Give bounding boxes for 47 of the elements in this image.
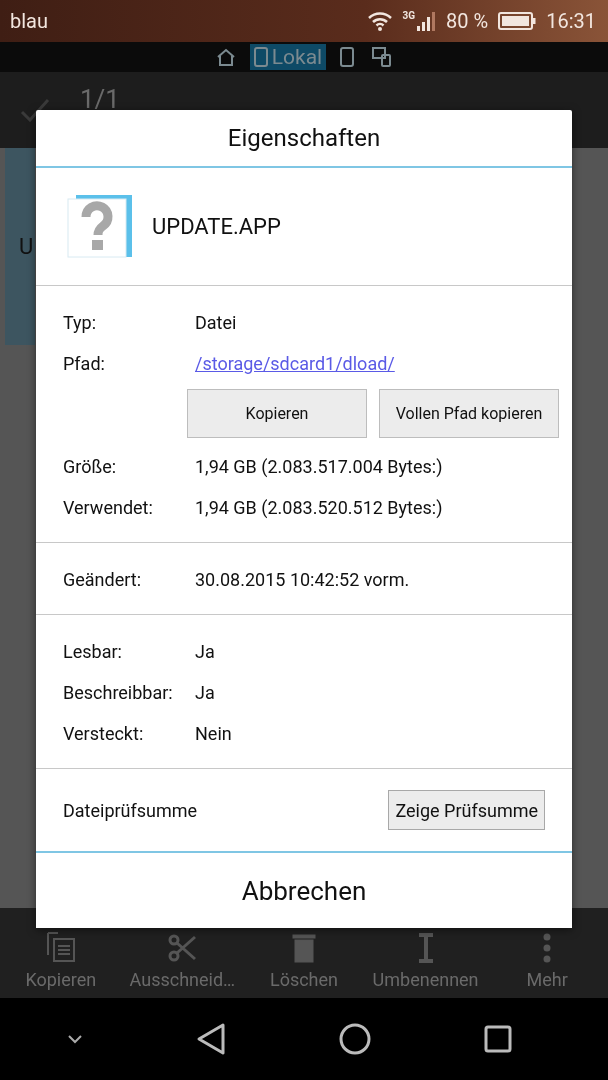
network-type: 3G xyxy=(402,10,416,21)
home-icon[interactable] xyxy=(338,1023,371,1055)
clock: 16:31 xyxy=(546,9,596,33)
dialog-title: Eigenschaften xyxy=(36,110,572,168)
property-value: Nein xyxy=(195,723,233,744)
cancel-button[interactable]: Abbrechen xyxy=(36,853,572,928)
home-icon xyxy=(215,48,236,66)
battery-percent: 80 % xyxy=(446,9,489,33)
file-tile[interactable]: U xyxy=(5,148,35,345)
back-icon[interactable] xyxy=(195,1022,226,1056)
battery-icon xyxy=(498,12,537,30)
chevron-down-icon[interactable] xyxy=(66,1034,83,1044)
check-icon[interactable] xyxy=(20,98,50,122)
copy-icon xyxy=(45,931,76,963)
path-link[interactable]: /storage/sdcard1/dload/ xyxy=(195,353,395,374)
scissors-icon xyxy=(167,933,198,963)
checksum-label: Dateiprüfsumme xyxy=(63,799,198,821)
phone-icon xyxy=(253,47,268,67)
wifi-icon xyxy=(366,11,393,31)
property-label: Größe: xyxy=(63,456,118,477)
property-value: 1,94 GB (2.083.520.512 Bytes:) xyxy=(195,497,444,518)
unknown-file-icon xyxy=(66,192,134,261)
show-checksum-button[interactable]: Zeige Prüfsumme xyxy=(388,790,545,830)
recents-icon[interactable] xyxy=(483,1025,512,1053)
more-icon xyxy=(543,933,552,963)
property-value: 30.08.2015 10:42:52 vorm. xyxy=(195,569,411,590)
property-label: Typ: xyxy=(63,312,98,333)
property-value: Ja xyxy=(195,641,216,662)
property-label: Pfad: xyxy=(63,353,106,374)
property-label: Verwendet: xyxy=(63,497,154,518)
text-cursor-icon xyxy=(416,933,435,963)
file-name: UPDATE.APP xyxy=(152,214,281,239)
signal-icon xyxy=(416,10,437,32)
property-value: Ja xyxy=(195,682,216,703)
property-label: Beschreibbar: xyxy=(63,682,174,703)
property-label: Lesbar: xyxy=(63,641,123,662)
trash-icon xyxy=(292,933,316,963)
property-label: Versteckt: xyxy=(63,723,145,744)
carrier-name: blau xyxy=(10,9,49,33)
devices-icon xyxy=(372,47,393,67)
location-tab[interactable]: Lokal xyxy=(249,44,327,70)
copy-button[interactable]: Kopieren xyxy=(187,389,367,438)
phone-icon xyxy=(340,47,355,67)
copy-button[interactable]: Vollen Pfad kopieren xyxy=(379,389,559,438)
property-value: 1,94 GB (2.083.517.004 Bytes:) xyxy=(195,456,444,477)
property-label: Geändert: xyxy=(63,569,143,590)
property-value: Datei xyxy=(195,312,238,333)
